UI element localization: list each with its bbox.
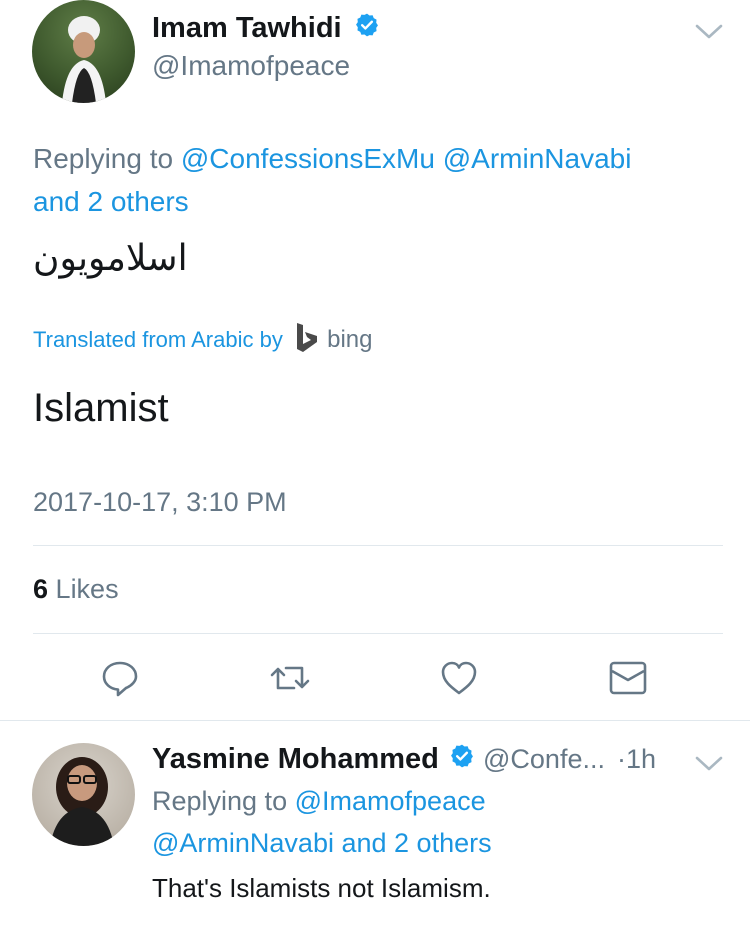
translated-label: Translated from Arabic by [33,326,283,352]
bing-logo-icon [295,322,319,360]
translation-attribution: Translated from Arabic by bing [33,322,372,360]
likes-count[interactable]: 6 Likes [33,574,119,605]
author-handle[interactable]: @Imamofpeace [152,50,350,82]
tweet-timestamp[interactable]: 2017-10-17, 3:10 PM [33,487,287,518]
verified-badge-icon [449,743,475,777]
author-avatar[interactable] [32,0,135,103]
mention-link[interactable]: @ConfessionsExMu [181,143,435,174]
mention-link[interactable]: @Imamofpeace [295,786,486,816]
avatar-portrait [50,757,114,846]
avatar-portrait [62,16,106,103]
replying-prefix: Replying to [152,786,288,816]
chevron-down-icon[interactable] [694,754,724,774]
reply-author-avatar[interactable] [32,743,135,846]
reply-icon[interactable] [98,656,142,700]
author-name[interactable]: Imam Tawhidi [152,12,380,46]
author-name-text: Imam Tawhidi [152,12,342,44]
section-divider [0,720,750,721]
divider [33,545,723,546]
tweet-text: اسلامويون [33,238,188,279]
reply-time[interactable]: 1h [626,744,656,774]
likes-label: Likes [55,574,119,604]
reply-author-handle[interactable]: @Confe... [483,744,605,774]
verified-badge-icon [354,12,380,46]
mention-link[interactable]: @ArminNavabi [152,828,334,858]
reply-separator: · [617,744,627,774]
likes-number: 6 [33,574,49,604]
reply-text: That's Islamists not Islamism. [152,873,491,903]
reply-author-name[interactable]: Yasmine Mohammed [152,743,439,775]
translator-name: bing [327,325,373,353]
chevron-down-icon[interactable] [694,22,724,42]
divider [33,633,723,634]
retweet-icon[interactable] [268,656,312,700]
others-link[interactable]: and 2 others [341,828,491,858]
like-icon[interactable] [437,656,481,700]
reply-header: Yasmine Mohammed @Confe... ·1h [152,743,656,777]
share-icon[interactable] [606,656,650,700]
reply-replying-to: Replying to @Imamofpeace @ArminNavabi an… [152,780,722,864]
translated-text: Islamist [33,386,169,430]
replying-to: Replying to @ConfessionsExMu @ArminNavab… [33,137,723,223]
replying-prefix: Replying to [33,143,174,174]
mention-link[interactable]: @ArminNavabi [443,143,632,174]
others-link[interactable]: and 2 others [33,186,189,217]
